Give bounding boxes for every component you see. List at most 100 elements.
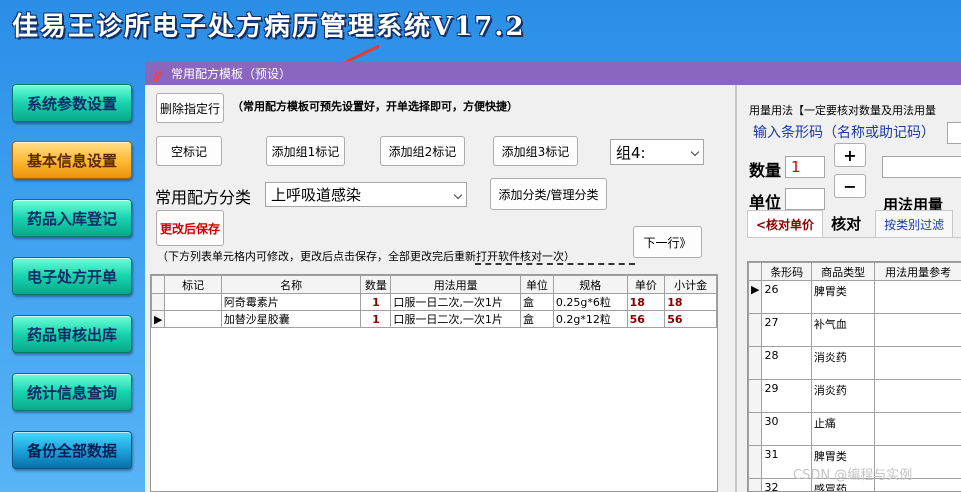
column-header[interactable]: 标记: [164, 275, 222, 294]
qty-cell[interactable]: 1: [360, 310, 392, 328]
manage-category-button[interactable]: 添加分类/管理分类: [490, 178, 607, 210]
empty-mark-button[interactable]: 空标记: [156, 136, 222, 166]
column-header[interactable]: 数量: [360, 275, 392, 294]
qty-input[interactable]: 1: [785, 156, 825, 178]
usage-ref-cell[interactable]: [874, 313, 961, 347]
triangle-right-icon: ▶: [751, 283, 760, 296]
price-cell[interactable]: 56: [626, 310, 666, 328]
spec-cell[interactable]: 0.25g*6粒: [552, 293, 628, 311]
mark-cell[interactable]: [164, 310, 222, 328]
table-row[interactable]: 30 止痛: [748, 412, 961, 446]
code-cell[interactable]: 28: [761, 346, 812, 380]
category-select[interactable]: 上呼吸道感染: [265, 182, 467, 207]
code-cell[interactable]: 26: [761, 280, 812, 314]
barcode-input[interactable]: [947, 122, 961, 144]
type-cell[interactable]: 消炎药: [810, 379, 876, 413]
table-header-row: 标记 名称 数量 用法用量 单位 规格 单价 小计金: [151, 275, 717, 294]
name-cell[interactable]: 阿奇霉素片: [220, 293, 362, 311]
code-cell[interactable]: 27: [761, 313, 812, 347]
row-indicator-header: [748, 262, 763, 281]
row-indicator[interactable]: [748, 379, 763, 413]
qty-cell[interactable]: 1: [360, 293, 392, 311]
table-header-row: 条形码 商品类型 用法用量参考: [748, 262, 961, 281]
type-cell[interactable]: 消炎药: [810, 346, 876, 380]
current-row-indicator[interactable]: ▶: [748, 280, 763, 314]
qty-plus-button[interactable]: +: [834, 143, 866, 167]
dosage-input[interactable]: [882, 156, 961, 178]
table-row[interactable]: 27 补气血: [748, 313, 961, 347]
usage-cell[interactable]: 口服一日二次,一次1片: [390, 310, 522, 328]
table-row[interactable]: 阿奇霉素片 1 口服一日二次,一次1片 盒 0.25g*6粒 18 18: [151, 293, 717, 311]
menu-audit-out-button[interactable]: 药品审核出库: [12, 315, 132, 353]
name-cell[interactable]: 加替沙星胶囊: [220, 310, 362, 328]
usage-ref-cell[interactable]: [874, 379, 961, 413]
delete-row-button[interactable]: 删除指定行: [156, 93, 224, 123]
row-indicator[interactable]: [748, 445, 763, 479]
table-row[interactable]: ▶ 加替沙星胶囊 1 口服一日二次,一次1片 盒 0.2g*12粒 56 56: [151, 310, 717, 328]
usage-ref-cell[interactable]: [874, 280, 961, 314]
usage-ref-cell[interactable]: [874, 412, 961, 446]
code-cell[interactable]: 29: [761, 379, 812, 413]
chevron-down-icon: [690, 147, 700, 157]
group4-select[interactable]: 组4:: [610, 139, 704, 165]
column-header[interactable]: 条形码: [761, 262, 812, 281]
menu-backup-button[interactable]: 备份全部数据: [12, 431, 132, 469]
qty-minus-button[interactable]: −: [834, 174, 866, 198]
unit-cell[interactable]: 盒: [520, 293, 554, 311]
subtotal-cell[interactable]: 18: [664, 293, 717, 311]
group3-mark-button[interactable]: 添加组3标记: [493, 136, 578, 166]
column-header[interactable]: 用法用量: [390, 275, 522, 294]
type-cell[interactable]: 脾胃类: [810, 280, 876, 314]
column-header[interactable]: 名称: [220, 275, 362, 294]
save-changes-button[interactable]: 更改后保存: [156, 210, 224, 246]
tab-divider: [747, 237, 961, 238]
menu-prescription-button[interactable]: 电子处方开单: [12, 257, 132, 295]
subtotal-cell[interactable]: 56: [664, 310, 717, 328]
unit-input[interactable]: [785, 188, 825, 210]
tab-filter-by-category[interactable]: 按类别过滤: [875, 210, 954, 237]
table-row[interactable]: ▶ 26 脾胃类: [748, 280, 961, 314]
dialog-body: 删除指定行 （常用配方模板可预先设置好，开单选择即可，方便快捷） 空标记 添加组…: [145, 85, 961, 492]
group2-mark-button[interactable]: 添加组2标记: [380, 136, 465, 166]
unit-cell[interactable]: 盒: [520, 310, 554, 328]
column-header[interactable]: 规格: [552, 275, 628, 294]
type-cell[interactable]: 补气血: [810, 313, 876, 347]
row-indicator[interactable]: [748, 412, 763, 446]
table-row[interactable]: 29 消炎药: [748, 379, 961, 413]
row-indicator[interactable]: [151, 293, 166, 311]
column-header[interactable]: 小计金: [664, 275, 717, 294]
tab-check[interactable]: 核对: [823, 210, 869, 237]
next-row-button[interactable]: 下一行》: [633, 226, 702, 258]
row-indicator[interactable]: [748, 313, 763, 347]
usage-ref-cell[interactable]: [874, 346, 961, 380]
prescription-table[interactable]: 标记 名称 数量 用法用量 单位 规格 单价 小计金 阿奇霉素片 1 口服一日二…: [150, 274, 718, 492]
menu-stock-in-button[interactable]: 药品入库登记: [12, 199, 132, 237]
tab-check-price[interactable]: <核对单价: [747, 210, 824, 237]
category-select-value: 上呼吸道感染: [271, 186, 362, 204]
column-header[interactable]: 单位: [520, 275, 554, 294]
spec-cell[interactable]: 0.2g*12粒: [552, 310, 628, 328]
column-header[interactable]: 用法用量参考: [874, 262, 961, 281]
type-cell[interactable]: 止痛: [810, 412, 876, 446]
drug-table[interactable]: 条形码 商品类型 用法用量参考 ▶ 26 脾胃类 27 补气血 28 消炎药 2…: [747, 261, 961, 492]
group1-mark-button[interactable]: 添加组1标记: [266, 136, 345, 166]
menu-basic-info-button[interactable]: 基本信息设置: [12, 141, 132, 179]
column-header[interactable]: 单价: [626, 275, 666, 294]
usage-panel: 用量用法【一定要核对数量及用法用量 输入条形码（名称或助记码） 数量 1 + −…: [735, 85, 961, 492]
menu-statistics-button[interactable]: 统计信息查询: [12, 373, 132, 411]
check-tabs: <核对单价 核对 按类别过滤: [747, 210, 954, 237]
row-indicator[interactable]: [748, 478, 763, 491]
menu-system-settings-button[interactable]: 系统参数设置: [12, 84, 132, 122]
usage-cell[interactable]: 口服一日二次,一次1片: [390, 293, 522, 311]
mark-cell[interactable]: [164, 293, 222, 311]
code-cell[interactable]: 30: [761, 412, 812, 446]
category-label: 常用配方分类: [155, 188, 252, 207]
column-header[interactable]: 商品类型: [810, 262, 876, 281]
price-cell[interactable]: 18: [626, 293, 666, 311]
row-indicator[interactable]: [748, 346, 763, 380]
table-row[interactable]: 28 消炎药: [748, 346, 961, 380]
app-logo-icon: ℊ: [151, 66, 164, 81]
current-row-indicator[interactable]: ▶: [151, 310, 166, 328]
dialog-title: 常用配方模板（预设）: [171, 66, 292, 81]
template-hint: （常用配方模板可预先设置好，开单选择即可，方便快捷）: [232, 100, 518, 113]
